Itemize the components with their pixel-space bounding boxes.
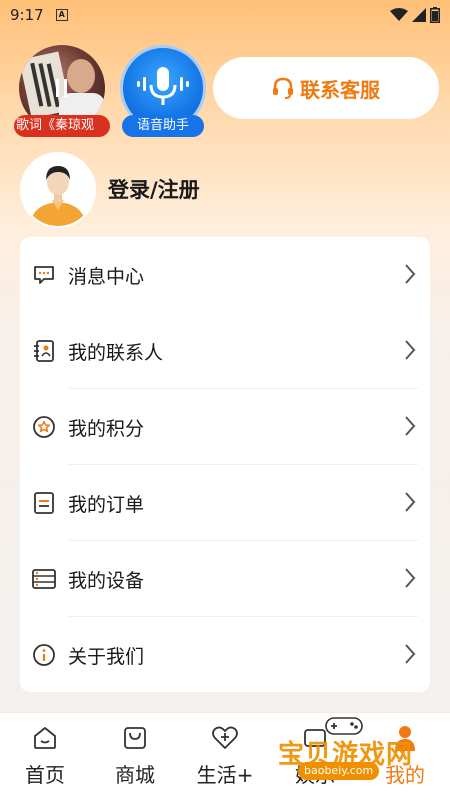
profile-icon	[370, 723, 440, 753]
nav-label: 首页	[25, 763, 65, 787]
notification-badge: A	[55, 9, 68, 21]
wifi-icon	[390, 8, 408, 21]
chevron-right-icon	[405, 568, 416, 588]
avatar[interactable]	[20, 152, 96, 228]
avatar-placeholder-icon	[22, 154, 94, 226]
login-register-link[interactable]: 登录/注册	[108, 174, 200, 204]
menu-item-about[interactable]: 关于我们	[20, 617, 430, 693]
menu-item-orders[interactable]: 我的订单	[20, 465, 430, 541]
chevron-right-icon	[405, 264, 416, 284]
voice-assistant-label: 语音助手	[122, 115, 204, 137]
nav-label: 生活+	[196, 763, 254, 787]
bottom-nav: 首页 商城 生活+ 娱乐 我的	[0, 712, 450, 800]
status-time: 9:17	[10, 6, 44, 24]
video-title: 歌词《秦琼观	[14, 115, 110, 137]
chevron-right-icon	[405, 492, 416, 512]
order-icon	[32, 491, 56, 515]
battery-icon	[430, 7, 440, 23]
menu-item-label: 我的设备	[68, 569, 145, 592]
video-card[interactable]: 歌词《秦琼观	[14, 45, 110, 137]
nav-label: 娱乐	[295, 763, 335, 787]
device-icon	[32, 567, 56, 591]
menu-item-points[interactable]: 我的积分	[20, 389, 430, 465]
menu-item-label: 我的积分	[68, 417, 145, 440]
menu-item-messages[interactable]: 消息中心	[20, 237, 430, 313]
menu-item-label: 我的订单	[68, 493, 145, 516]
nav-mine[interactable]: 我的	[370, 723, 440, 788]
nav-label: 商城	[115, 763, 155, 787]
home-icon	[10, 723, 80, 753]
contact-service-label: 联系客服	[300, 77, 380, 102]
menu-item-label: 消息中心	[68, 265, 145, 288]
status-bar: 9:17 A	[0, 0, 450, 30]
message-icon	[32, 263, 56, 287]
status-icons	[390, 7, 440, 23]
nav-entertainment[interactable]: 娱乐	[280, 723, 350, 788]
heart-plus-icon	[190, 723, 260, 753]
menu-item-label: 我的联系人	[68, 341, 164, 364]
nav-home[interactable]: 首页	[10, 723, 80, 788]
profile-screen: 9:17 A 歌词《秦琼观 语音助手 联系客服 登录/注册 消息中心 我的联系人…	[0, 0, 450, 800]
nav-shop[interactable]: 商城	[100, 723, 170, 788]
menu-list: 消息中心 我的联系人 我的积分 我的订单 我的设备 关于我们	[20, 237, 430, 693]
contacts-icon	[32, 339, 56, 363]
chevron-right-icon	[405, 340, 416, 360]
points-icon	[32, 415, 56, 439]
shop-bag-icon	[100, 723, 170, 753]
menu-item-devices[interactable]: 我的设备	[20, 541, 430, 617]
pause-icon	[56, 79, 67, 97]
microphone-icon	[137, 67, 189, 105]
info-icon	[32, 643, 56, 667]
nav-label: 我的	[385, 763, 425, 787]
menu-item-label: 关于我们	[68, 645, 145, 668]
menu-item-contacts[interactable]: 我的联系人	[20, 313, 430, 389]
entertainment-icon	[280, 723, 350, 753]
headset-icon	[273, 77, 293, 99]
voice-assistant-button[interactable]: 语音助手	[118, 45, 208, 137]
chevron-right-icon	[405, 416, 416, 436]
nav-life[interactable]: 生活+	[190, 723, 260, 788]
chevron-right-icon	[405, 644, 416, 664]
contact-service-button[interactable]: 联系客服	[213, 57, 439, 119]
signal-icon	[412, 8, 426, 22]
